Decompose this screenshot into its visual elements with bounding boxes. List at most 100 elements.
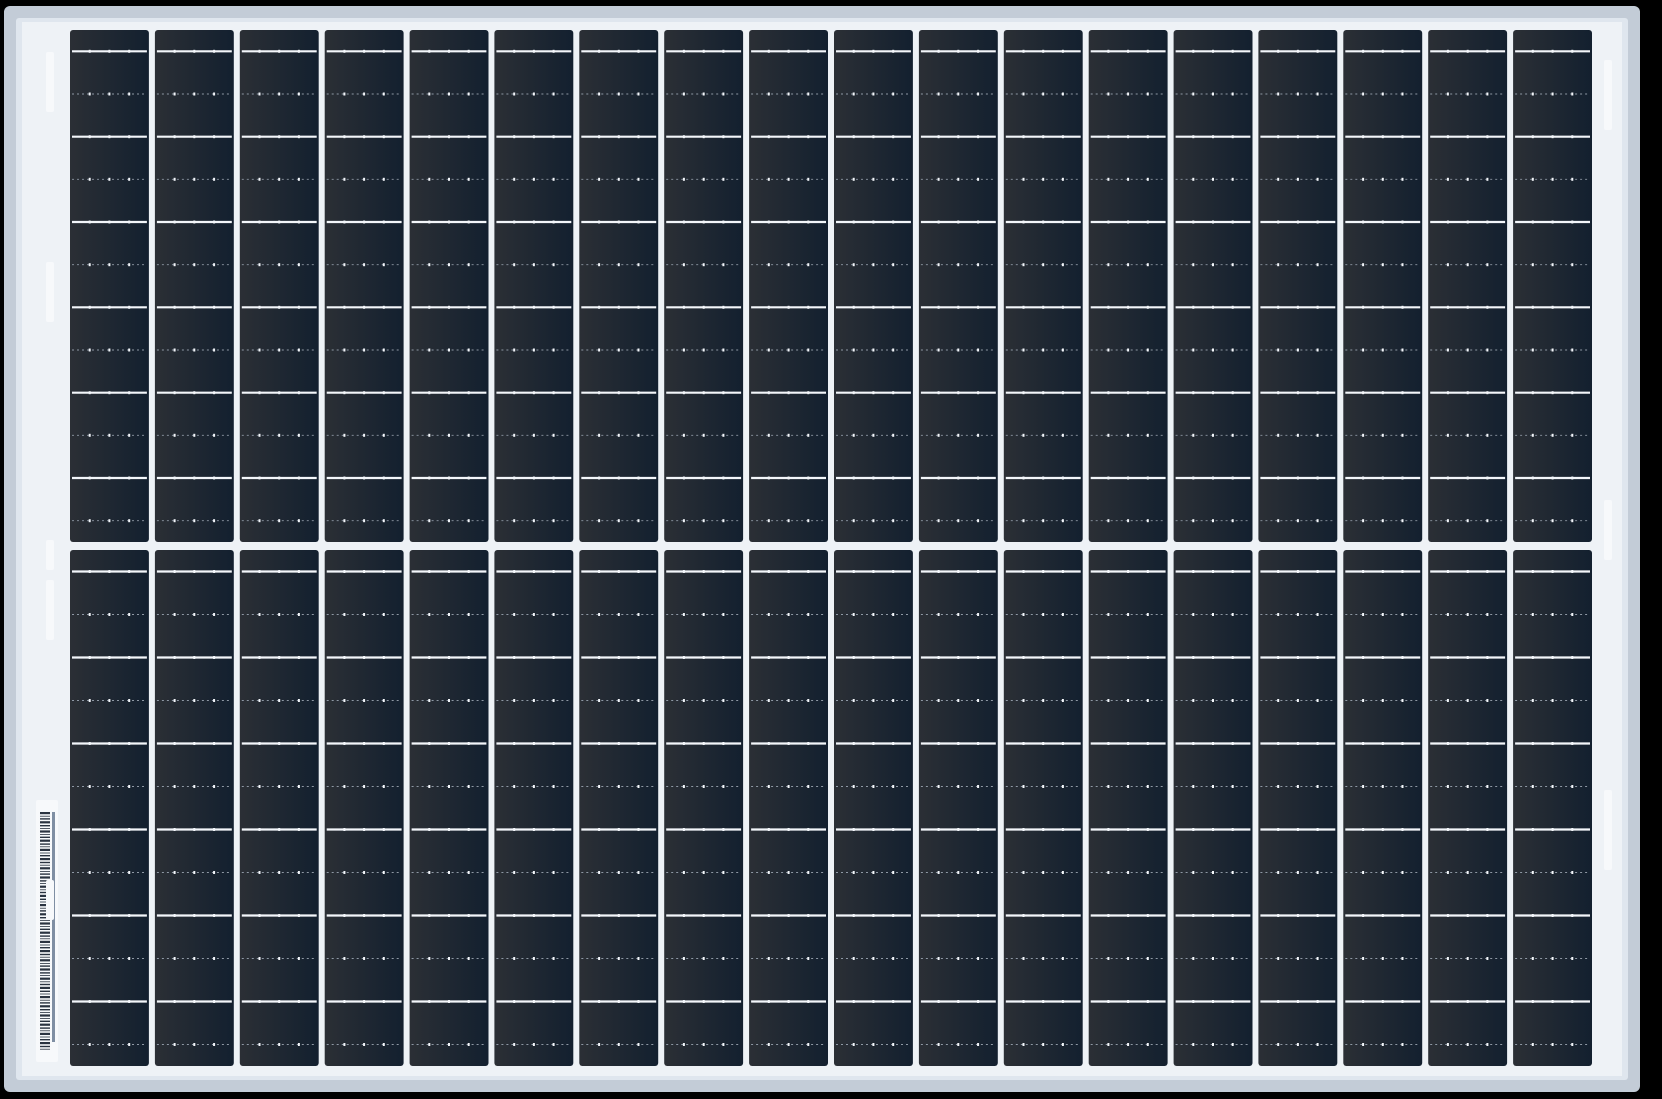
solder-point [467, 871, 470, 874]
solder-point [637, 871, 640, 874]
solder-point [1316, 348, 1319, 352]
solder-point [258, 348, 261, 352]
solder-point [1316, 391, 1319, 395]
solder-point [1401, 348, 1404, 352]
solder-point [258, 305, 261, 309]
solder-point [1296, 519, 1299, 523]
solder-point [343, 391, 346, 395]
solder-point [787, 742, 790, 745]
solder-point [957, 828, 960, 831]
solder-point [1381, 220, 1384, 224]
solder-point [108, 1043, 111, 1046]
solder-point [1212, 570, 1214, 573]
solder-point [1192, 476, 1195, 480]
solder-point [297, 177, 300, 181]
solder-point [1316, 92, 1319, 96]
solder-point [1022, 348, 1025, 352]
solder-point [682, 305, 685, 309]
solder-point [722, 871, 725, 874]
solder-point [637, 742, 640, 745]
solar-panel-photo [0, 0, 1662, 1099]
solder-point [1486, 742, 1489, 745]
solder-point [448, 957, 450, 960]
solder-point [1296, 135, 1299, 139]
solar-cell-column [409, 30, 489, 542]
solder-point [513, 135, 516, 139]
solder-point [173, 476, 176, 480]
solder-point [1362, 391, 1365, 395]
solder-point [1362, 742, 1365, 745]
solder-point [448, 476, 450, 480]
solder-point [1042, 92, 1045, 96]
solder-point [1042, 828, 1045, 831]
solder-point [1381, 433, 1384, 437]
solder-point [722, 305, 725, 309]
solder-point [957, 476, 960, 480]
solder-point [1061, 742, 1064, 745]
solder-point [552, 391, 555, 395]
solder-point [1212, 220, 1214, 224]
solder-point [1022, 1043, 1025, 1046]
solder-point [852, 742, 855, 745]
solder-point [128, 742, 131, 745]
solder-point [278, 348, 281, 352]
solder-point [598, 305, 601, 309]
solder-point [1486, 656, 1489, 659]
solder-point [722, 433, 725, 437]
solder-point [363, 519, 366, 523]
solder-point [532, 519, 535, 523]
solder-point [1192, 613, 1195, 616]
solder-point [767, 220, 770, 224]
solder-point [297, 828, 300, 831]
solder-point [428, 305, 431, 309]
solder-point [193, 348, 196, 352]
solder-point [213, 570, 216, 573]
solder-point [682, 92, 685, 96]
solder-point [1316, 177, 1319, 181]
solder-point [807, 92, 810, 96]
solder-point [552, 348, 555, 352]
solder-point [807, 348, 810, 352]
solder-point [532, 742, 535, 745]
solder-point [637, 1043, 640, 1046]
solder-point [173, 1043, 176, 1046]
solder-point [872, 391, 875, 395]
solder-point [108, 177, 111, 181]
solder-point [1127, 1043, 1130, 1046]
solder-point [937, 135, 940, 139]
solder-point [1381, 785, 1384, 788]
solder-point [682, 699, 685, 702]
solder-point [513, 656, 516, 659]
solder-point [513, 871, 516, 874]
solder-point [1127, 49, 1130, 53]
solder-point [88, 613, 91, 616]
solder-point [467, 348, 470, 352]
solder-point [173, 1000, 176, 1003]
solder-point [448, 742, 450, 745]
solder-point [297, 914, 300, 917]
solder-point [702, 519, 705, 523]
solder-point [552, 914, 555, 917]
solder-point [1192, 785, 1195, 788]
solder-point [467, 177, 470, 181]
solder-point [1127, 177, 1130, 181]
solder-point [1381, 391, 1384, 395]
solar-cell-column [70, 30, 149, 542]
solder-point [467, 957, 470, 960]
solder-point [702, 135, 705, 139]
solder-point [682, 135, 685, 139]
solder-point [1296, 699, 1299, 702]
solder-point [467, 305, 470, 309]
solder-point [1486, 613, 1489, 616]
solder-point [297, 391, 300, 395]
solder-point [787, 433, 790, 437]
solder-point [872, 519, 875, 523]
solder-point [617, 49, 620, 53]
solder-point [892, 785, 895, 788]
solder-point [1042, 263, 1045, 267]
solder-point [1401, 785, 1404, 788]
solder-point [637, 828, 640, 831]
solder-point [213, 871, 216, 874]
solder-point [872, 828, 875, 831]
solder-point [977, 613, 980, 616]
